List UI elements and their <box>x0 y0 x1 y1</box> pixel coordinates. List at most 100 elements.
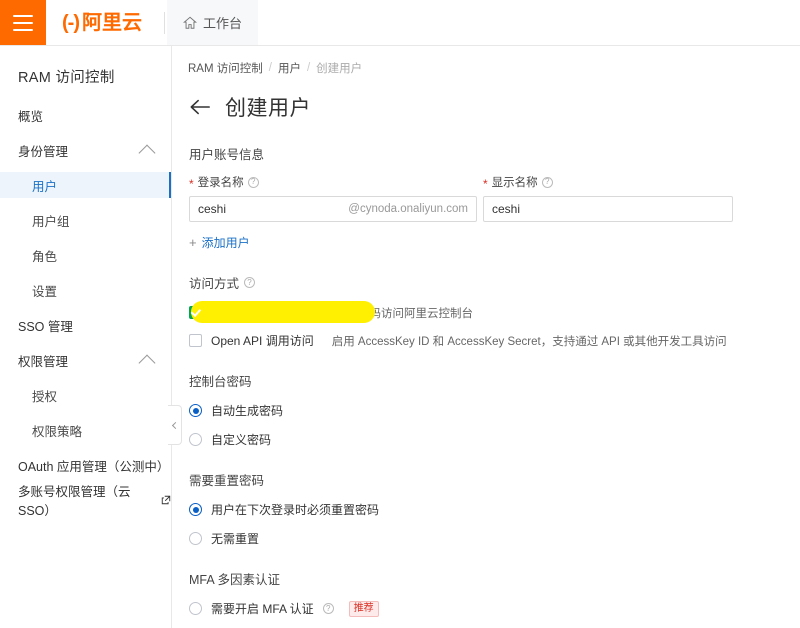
console-password-option-auto[interactable]: 自动生成密码 <box>189 402 800 419</box>
sidebar-item-policies[interactable]: 权限策略 <box>0 417 171 443</box>
sidebar-item-oauth-apps[interactable]: OAuth 应用管理（公测中） <box>0 452 171 478</box>
mfa-label-text: MFA 多因素认证 <box>189 573 280 587</box>
sidebar-item-label: 身份管理 <box>18 144 69 159</box>
main-content: RAM 访问控制 / 用户 / 创建用户 创建用户 用户账号信息 * 登录名称 <box>173 46 800 628</box>
yellow-highlight-marker <box>191 301 375 323</box>
sidebar-item-sso[interactable]: SSO 管理 <box>0 312 171 338</box>
display-name-input[interactable]: ceshi <box>483 196 733 222</box>
custom-password-radio[interactable] <box>189 433 202 446</box>
console-password-label-text: 控制台密码 <box>189 375 252 389</box>
hamburger-line <box>13 14 33 17</box>
chevron-left-icon <box>171 421 180 429</box>
recommended-badge: 推荐 <box>348 600 379 617</box>
external-link-icon <box>161 495 171 505</box>
hamburger-icon[interactable] <box>0 0 46 45</box>
auto-password-label: 自动生成密码 <box>211 404 284 418</box>
brand-logo[interactable]: (-) 阿里云 <box>46 0 156 45</box>
breadcrumb-parent[interactable]: 用户 <box>278 60 301 76</box>
top-bar: (-) 阿里云 工作台 <box>0 0 800 46</box>
breadcrumb-current: 创建用户 <box>316 63 363 75</box>
display-name-label-text: 显示名称 <box>491 177 538 189</box>
access-section-label: 访问方式 ? <box>189 273 800 292</box>
custom-password-label: 自定义密码 <box>211 433 272 447</box>
breadcrumb-root[interactable]: RAM 访问控制 <box>188 60 263 76</box>
question-circle-icon[interactable]: ? <box>247 176 259 188</box>
add-user-button[interactable]: + 添加用户 <box>189 234 800 251</box>
required-mark: * <box>189 177 194 191</box>
access-section-label-text: 访问方式 <box>189 277 240 291</box>
openapi-access-desc: 启用 AccessKey ID 和 AccessKey Secret，支持通过 … <box>331 335 727 348</box>
arrow-left-icon[interactable] <box>189 97 211 117</box>
account-section-label-text: 用户账号信息 <box>189 148 265 162</box>
page-title: 创建用户 <box>225 97 311 120</box>
login-name-value: ceshi <box>198 202 227 216</box>
form-body: 用户账号信息 * 登录名称 ? ceshi @cynoda.onaliyun.c… <box>173 144 800 628</box>
mfa-enable-label: 需要开启 MFA 认证 <box>211 602 314 616</box>
reset-required-label: 用户在下次登录时必须重置密码 <box>211 503 380 517</box>
sidebar-item-grants[interactable]: 授权 <box>0 382 171 408</box>
access-option-console[interactable]: 控制台访问 用户使用账号密码访问阿里云控制台 <box>189 301 800 323</box>
reset-password-option-required[interactable]: 用户在下次登录时必须重置密码 <box>189 501 800 518</box>
sidebar-item-overview[interactable]: 概览 <box>0 102 171 128</box>
access-option-openapi[interactable]: Open API 调用访问 启用 AccessKey ID 和 AccessKe… <box>189 332 800 349</box>
chevron-up-icon <box>138 354 156 372</box>
aliyun-logo-mark: (-) <box>62 11 80 34</box>
page-root: (-) 阿里云 工作台 RAM 访问控制 概览 身份管理 用户 用户组 角色 设… <box>0 0 800 628</box>
login-name-input[interactable]: ceshi @cynoda.onaliyun.com <box>189 196 477 222</box>
mfa-label: MFA 多因素认证 <box>189 569 800 588</box>
sidebar-item-label: 用户组 <box>32 214 70 229</box>
sidebar-group-permissions[interactable]: 权限管理 <box>0 347 171 373</box>
breadcrumb: RAM 访问控制 / 用户 / 创建用户 <box>173 46 800 76</box>
sidebar-item-label: 角色 <box>32 249 58 264</box>
reset-password-label: 需要重置密码 <box>189 470 800 489</box>
sidebar-item-label: 权限策略 <box>32 424 83 439</box>
sidebar-item-label: 用户 <box>32 179 58 194</box>
account-fields-row: * 登录名称 ? ceshi @cynoda.onaliyun.com * 显示… <box>189 174 800 222</box>
chevron-up-icon <box>138 144 156 162</box>
display-name-value: ceshi <box>492 202 521 216</box>
sidebar-item-label: 概览 <box>18 109 44 124</box>
reset-password-label-text: 需要重置密码 <box>189 474 265 488</box>
display-name-field: * 显示名称 ? ceshi <box>483 174 733 222</box>
sidebar-item-label: OAuth 应用管理（公测中） <box>18 459 170 474</box>
sidebar-item-label: 多账号权限管理（云 SSO） <box>18 485 131 518</box>
sidebar-item-users[interactable]: 用户 <box>0 172 171 198</box>
access-options: 控制台访问 用户使用账号密码访问阿里云控制台 Open API 调用访问 启用 … <box>189 301 800 349</box>
sidebar-item-settings[interactable]: 设置 <box>0 277 171 303</box>
breadcrumb-separator: / <box>306 62 311 74</box>
sidebar-item-label: 授权 <box>32 389 58 404</box>
login-name-domain-suffix: @cynoda.onaliyun.com <box>348 203 468 215</box>
question-circle-icon[interactable]: ? <box>541 176 553 188</box>
login-name-field: * 登录名称 ? ceshi @cynoda.onaliyun.com <box>189 174 477 222</box>
reset-none-radio[interactable] <box>189 532 202 545</box>
required-mark: * <box>483 177 488 191</box>
account-section-label: 用户账号信息 <box>189 144 800 163</box>
workbench-button[interactable]: 工作台 <box>166 0 258 45</box>
divider <box>163 11 165 34</box>
sidebar: RAM 访问控制 概览 身份管理 用户 用户组 角色 设置 SSO 管理 权限管… <box>0 46 172 628</box>
add-user-label: 添加用户 <box>201 236 250 250</box>
question-circle-icon[interactable]: ? <box>322 603 334 614</box>
breadcrumb-separator: / <box>268 62 272 74</box>
auto-password-radio[interactable] <box>189 404 202 417</box>
reset-required-radio[interactable] <box>189 503 202 516</box>
sidebar-collapse-handle[interactable] <box>168 405 182 445</box>
reset-none-label: 无需重置 <box>211 532 260 546</box>
aliyun-logo-text: 阿里云 <box>81 11 142 34</box>
home-icon <box>182 16 197 30</box>
sidebar-item-multi-account-sso[interactable]: 多账号权限管理（云 SSO） <box>0 485 171 518</box>
mfa-enable-radio[interactable] <box>189 602 202 615</box>
question-circle-icon[interactable]: ? <box>244 277 256 288</box>
sidebar-item-label: SSO 管理 <box>18 319 73 334</box>
reset-password-option-none[interactable]: 无需重置 <box>189 530 800 547</box>
openapi-access-checkbox[interactable] <box>189 334 202 347</box>
sidebar-item-label: 权限管理 <box>18 354 69 369</box>
sidebar-item-user-groups[interactable]: 用户组 <box>0 207 171 233</box>
sidebar-group-identity[interactable]: 身份管理 <box>0 137 171 163</box>
console-password-option-custom[interactable]: 自定义密码 <box>189 431 800 448</box>
mfa-option-enable[interactable]: 需要开启 MFA 认证 ? 推荐 <box>189 600 800 617</box>
display-name-label: * 显示名称 ? <box>483 174 733 191</box>
plus-icon: + <box>189 235 197 250</box>
sidebar-item-roles[interactable]: 角色 <box>0 242 171 268</box>
login-name-label: * 登录名称 ? <box>189 174 477 191</box>
